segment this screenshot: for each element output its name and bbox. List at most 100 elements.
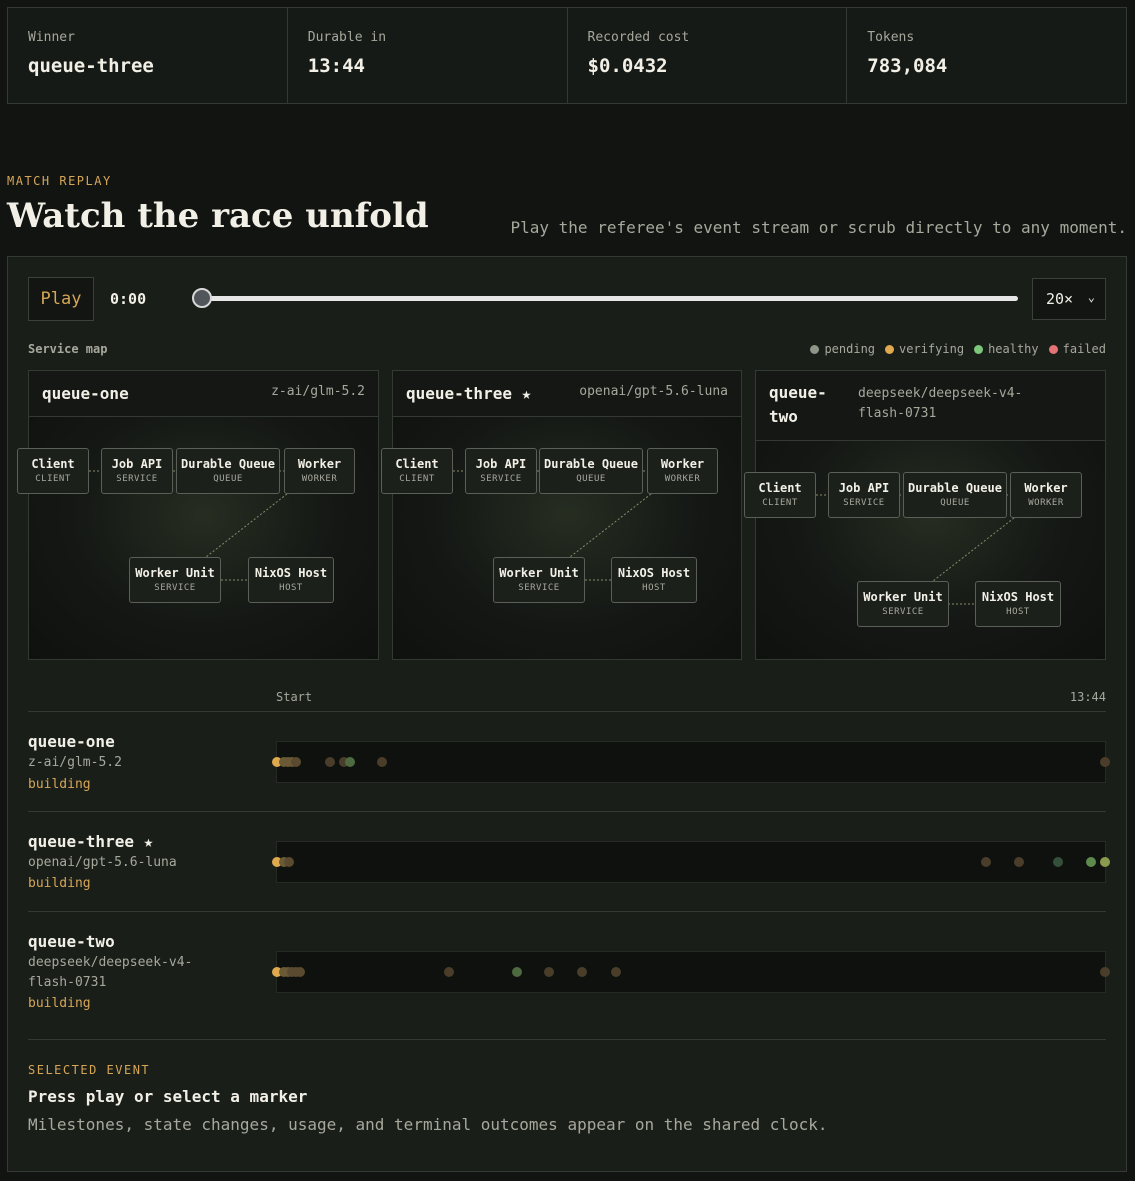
selected-event-title: Press play or select a marker [28, 1087, 308, 1106]
lane-track[interactable] [272, 951, 1110, 993]
lane-track[interactable] [272, 741, 1110, 783]
node-job-api[interactable]: Job API SERVICE [465, 448, 537, 494]
node-name: Worker Unit [499, 566, 579, 580]
node-name: Worker [297, 457, 342, 471]
node-name: Client [395, 457, 439, 471]
event-marker[interactable] [1053, 857, 1063, 867]
node-worker[interactable]: Worker WORKER [647, 448, 718, 494]
event-marker[interactable] [345, 757, 355, 767]
timeline-lane-queue-three: queue-three ★ openai/gpt-5.6-luna buildi… [28, 812, 1110, 912]
service-map-queue-one: queue-one z-ai/glm-5.2 Client CLIENT Job… [17, 370, 379, 660]
verifying-dot-icon [885, 344, 895, 354]
legend-label: healthy [988, 342, 1039, 356]
legend-label: verifying [899, 342, 965, 356]
node-type: SERVICE [882, 607, 924, 617]
healthy-dot-icon [974, 344, 984, 354]
event-marker[interactable] [577, 967, 587, 977]
speed-value: 20× [1046, 290, 1074, 308]
legend-label: pending [824, 342, 876, 356]
lane-status: building [28, 996, 91, 1011]
lane-name: queue-one [28, 732, 115, 751]
event-marker[interactable] [295, 967, 305, 977]
stat-durable-in: Durable in 13:44 [288, 8, 568, 103]
stat-label: Tokens [867, 30, 915, 45]
node-name: Worker Unit [135, 566, 215, 580]
node-worker-unit[interactable]: Worker Unit SERVICE [129, 557, 221, 603]
speed-select[interactable]: 20× ⌄ [1032, 278, 1106, 320]
lane-track[interactable] [272, 841, 1110, 883]
stat-value: queue-three [28, 55, 154, 77]
event-marker[interactable] [544, 967, 554, 977]
pending-dot-icon [810, 344, 820, 354]
node-worker[interactable]: Worker WORKER [1010, 472, 1082, 518]
node-type: HOST [642, 583, 666, 593]
event-marker[interactable] [512, 967, 522, 977]
node-type: HOST [279, 583, 303, 593]
node-name: Job API [838, 481, 890, 495]
event-marker[interactable] [1100, 857, 1110, 867]
node-name: Client [31, 457, 75, 471]
node-name: NixOS Host [254, 566, 328, 580]
selected-event-description: Milestones, state changes, usage, and te… [28, 1115, 828, 1134]
event-marker[interactable] [377, 757, 387, 767]
node-name: Job API [475, 457, 527, 471]
page-subtitle: Play the referee's event stream or scrub… [510, 218, 1128, 237]
node-type: HOST [1006, 607, 1030, 617]
node-client[interactable]: Client CLIENT [17, 448, 89, 494]
node-type: WORKER [1028, 498, 1064, 508]
scrubber-thumb[interactable] [192, 288, 212, 308]
legend-pending: pending [810, 342, 875, 356]
node-name: Worker [660, 457, 705, 471]
node-name: Durable Queue [544, 457, 638, 471]
lane-status: building [28, 777, 91, 792]
event-marker[interactable] [291, 757, 301, 767]
node-client[interactable]: Client CLIENT [744, 472, 816, 518]
node-nixos-host[interactable]: NixOS Host HOST [975, 581, 1061, 627]
timeline-lane-queue-two: queue-two deepseek/deepseek-v4-flash-073… [28, 912, 1110, 1040]
event-marker[interactable] [1100, 757, 1110, 767]
play-button[interactable]: Play [28, 277, 94, 321]
node-worker-unit[interactable]: Worker Unit SERVICE [857, 581, 949, 627]
node-type: SERVICE [518, 583, 560, 593]
service-map-label: Service map [28, 342, 108, 356]
node-name: NixOS Host [981, 590, 1055, 604]
node-type: WORKER [664, 474, 701, 484]
node-type: SERVICE [116, 474, 158, 484]
event-marker[interactable] [611, 967, 621, 977]
node-name: Durable Queue [908, 481, 1002, 495]
node-durable-queue[interactable]: Durable Queue QUEUE [176, 448, 280, 494]
event-marker[interactable] [284, 857, 294, 867]
node-client[interactable]: Client CLIENT [381, 448, 453, 494]
node-worker[interactable]: Worker WORKER [284, 448, 355, 494]
event-marker[interactable] [1086, 857, 1096, 867]
event-marker[interactable] [1014, 857, 1024, 867]
node-type: QUEUE [576, 474, 606, 484]
node-durable-queue[interactable]: Durable Queue QUEUE [903, 472, 1007, 518]
stat-winner: Winner queue-three [8, 8, 288, 103]
event-marker[interactable] [981, 857, 991, 867]
node-name: Durable Queue [181, 457, 275, 471]
node-durable-queue[interactable]: Durable Queue QUEUE [539, 448, 643, 494]
scrubber-track[interactable] [202, 296, 1018, 301]
service-map-queue-three: queue-three ★ openai/gpt-5.6-luna Client… [381, 370, 742, 660]
playback-clock: 0:00 [110, 290, 147, 308]
event-marker[interactable] [325, 757, 335, 767]
section-kicker: MATCH REPLAY [7, 174, 112, 188]
node-nixos-host[interactable]: NixOS Host HOST [611, 557, 697, 603]
node-worker-unit[interactable]: Worker Unit SERVICE [493, 557, 585, 603]
event-marker[interactable] [1100, 967, 1110, 977]
selected-event-kicker: SELECTED EVENT [28, 1063, 151, 1077]
summary-stats: Winner queue-three Durable in 13:44 Reco… [7, 7, 1127, 104]
service-map-queue-two: queue-two deepseek/deepseek-v4-flash-073… [744, 370, 1106, 660]
node-type: SERVICE [480, 474, 522, 484]
lane-model: z-ai/glm-5.2 [28, 755, 122, 770]
timeline-lane-queue-one: queue-one z-ai/glm-5.2 building [28, 712, 1110, 812]
node-job-api[interactable]: Job API SERVICE [101, 448, 173, 494]
node-job-api[interactable]: Job API SERVICE [828, 472, 900, 518]
event-marker[interactable] [444, 967, 454, 977]
node-nixos-host[interactable]: NixOS Host HOST [248, 557, 334, 603]
node-type: CLIENT [399, 474, 435, 484]
map-edges [89, 470, 288, 581]
node-name: Client [758, 481, 802, 495]
failed-dot-icon [1048, 344, 1058, 354]
